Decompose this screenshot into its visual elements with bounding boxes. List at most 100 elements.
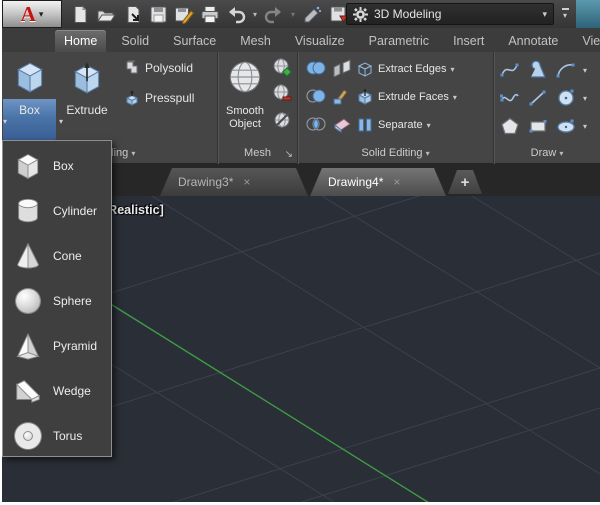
redo-icon[interactable]: [262, 3, 286, 25]
extrude-button-label: Extrude: [59, 103, 115, 117]
line-icon[interactable]: [526, 86, 550, 110]
mesh-smooth-less-icon[interactable]: [270, 82, 294, 106]
presspull-button[interactable]: Presspull: [124, 90, 194, 106]
intersect-icon[interactable]: [304, 112, 328, 136]
title-bar: A ▾ ▾: [2, 0, 600, 28]
subtract-icon[interactable]: [304, 84, 328, 108]
torus-shape-icon: [11, 418, 45, 454]
export-icon[interactable]: [120, 3, 144, 25]
clean-icon[interactable]: [330, 112, 354, 136]
draw-panel-label[interactable]: Draw ▾: [494, 144, 600, 162]
box-flyout-toggle[interactable]: Box ▾: [3, 99, 56, 140]
chevron-down-icon: ▾: [450, 65, 454, 74]
save-icon[interactable]: [146, 3, 170, 25]
ribbon-tab-bar: Home Solid Surface Mesh Visualize Parame…: [2, 28, 600, 52]
plot-icon[interactable]: [198, 3, 222, 25]
tab-home[interactable]: Home: [55, 30, 106, 52]
tab-drawing3[interactable]: Drawing3* ×: [160, 168, 308, 196]
visual-style-control[interactable]: [Realistic]: [104, 203, 164, 217]
chevron-down-icon: ▾: [453, 93, 457, 102]
slice-icon[interactable]: [330, 56, 354, 80]
chevron-down-icon: ▾: [427, 121, 431, 130]
separate-button[interactable]: Separate ▾: [356, 114, 431, 136]
mesh-refine-icon[interactable]: [270, 108, 294, 132]
extrude-button[interactable]: Extrude ▾: [59, 55, 115, 127]
box-tool-icon[interactable]: [3, 55, 56, 99]
panel-solid-editing: Extract Edges ▾ Extrude Faces ▾ Separate…: [298, 52, 494, 164]
circle-flyout-caret-icon[interactable]: ▾: [578, 86, 592, 110]
cone-shape-icon: [11, 238, 45, 274]
application-menu-button[interactable]: A ▾: [2, 0, 62, 28]
close-icon[interactable]: ×: [243, 175, 250, 189]
spline-fit-icon[interactable]: [498, 58, 522, 82]
menu-item-cylinder[interactable]: Cylinder: [3, 188, 111, 233]
autocad-logo: A: [21, 4, 36, 25]
workspace-switcher[interactable]: 3D Modeling ▾: [346, 3, 554, 25]
spline-cv-icon[interactable]: [498, 86, 522, 110]
infocenter-block: [576, 0, 600, 28]
sphere-shape-icon: [11, 283, 45, 319]
tab-view[interactable]: View: [573, 30, 600, 52]
presspull-label: Presspull: [145, 91, 194, 105]
chevron-down-icon: ▾: [3, 117, 56, 127]
polysolid-icon: [124, 60, 140, 76]
undo-icon[interactable]: [224, 3, 248, 25]
ellipse-flyout-caret-icon[interactable]: ▾: [578, 114, 592, 138]
panel-draw: ▾ ▾ ▾ Draw ▾: [494, 52, 600, 164]
menu-item-pyramid[interactable]: Pyramid: [3, 323, 111, 368]
tab-mesh[interactable]: Mesh: [231, 30, 280, 52]
arc-icon[interactable]: [554, 58, 578, 82]
application-frame: A ▾ ▾: [2, 0, 600, 502]
arc-flyout-caret-icon[interactable]: ▾: [578, 58, 592, 82]
gear-icon: [353, 7, 368, 22]
menu-item-cone[interactable]: Cone: [3, 233, 111, 278]
redo-history-caret-icon[interactable]: ▾: [288, 3, 298, 25]
tab-parametric[interactable]: Parametric: [360, 30, 438, 52]
open-file-icon[interactable]: [94, 3, 118, 25]
mesh-smooth-more-icon[interactable]: [270, 56, 294, 80]
tab-drawing4[interactable]: Drawing4* ×: [310, 168, 446, 196]
polysolid-label: Polysolid: [145, 61, 193, 75]
rectangle-icon[interactable]: [526, 114, 550, 138]
chevron-down-icon: ▾: [131, 149, 135, 158]
box-shape-icon: [11, 148, 45, 184]
save-as-icon[interactable]: [172, 3, 196, 25]
overflow-bar-icon: [562, 8, 569, 10]
fillet-edge-icon[interactable]: [330, 84, 354, 108]
box-button-label: Box: [3, 103, 56, 117]
ellipse-icon[interactable]: [554, 114, 578, 138]
close-icon[interactable]: ×: [393, 175, 400, 189]
menu-item-torus[interactable]: Torus: [3, 413, 111, 458]
extrude-faces-button[interactable]: Extrude Faces ▾: [356, 86, 457, 108]
menu-item-sphere[interactable]: Sphere: [3, 278, 111, 323]
chevron-down-icon: ▾: [563, 11, 567, 20]
tab-surface[interactable]: Surface: [164, 30, 225, 52]
circle-icon[interactable]: [554, 86, 578, 110]
menu-item-box[interactable]: Box: [3, 143, 111, 188]
menu-item-wedge[interactable]: Wedge: [3, 368, 111, 413]
render-icon[interactable]: [300, 3, 324, 25]
extrude-icon: [59, 55, 115, 99]
panel-mesh: Smooth Object Mesh ↘: [218, 52, 298, 164]
smooth-object-button[interactable]: Smooth Object: [220, 55, 270, 131]
tab-annotate[interactable]: Annotate: [499, 30, 567, 52]
new-file-icon[interactable]: [68, 3, 92, 25]
helix-icon[interactable]: [526, 58, 550, 82]
polygon-icon[interactable]: [498, 114, 522, 138]
polysolid-button[interactable]: Polysolid: [124, 60, 193, 76]
qat-customize-button[interactable]: ▾: [556, 3, 574, 25]
box-split-button[interactable]: Box ▾: [3, 55, 56, 140]
tab-visualize[interactable]: Visualize: [286, 30, 354, 52]
extrude-faces-icon: [356, 88, 374, 106]
new-drawing-tab-button[interactable]: +: [448, 170, 482, 194]
tab-insert[interactable]: Insert: [444, 30, 493, 52]
plus-icon: +: [461, 174, 470, 191]
chevron-down-icon: ▾: [39, 9, 44, 20]
solid-editing-panel-label[interactable]: Solid Editing ▾: [298, 144, 493, 162]
mesh-dialog-launcher-icon[interactable]: ↘: [285, 149, 293, 160]
extract-edges-button[interactable]: Extract Edges ▾: [356, 58, 455, 80]
pyramid-shape-icon: [11, 328, 45, 364]
tab-solid[interactable]: Solid: [112, 30, 158, 52]
undo-history-caret-icon[interactable]: ▾: [250, 3, 260, 25]
union-icon[interactable]: [304, 56, 328, 80]
